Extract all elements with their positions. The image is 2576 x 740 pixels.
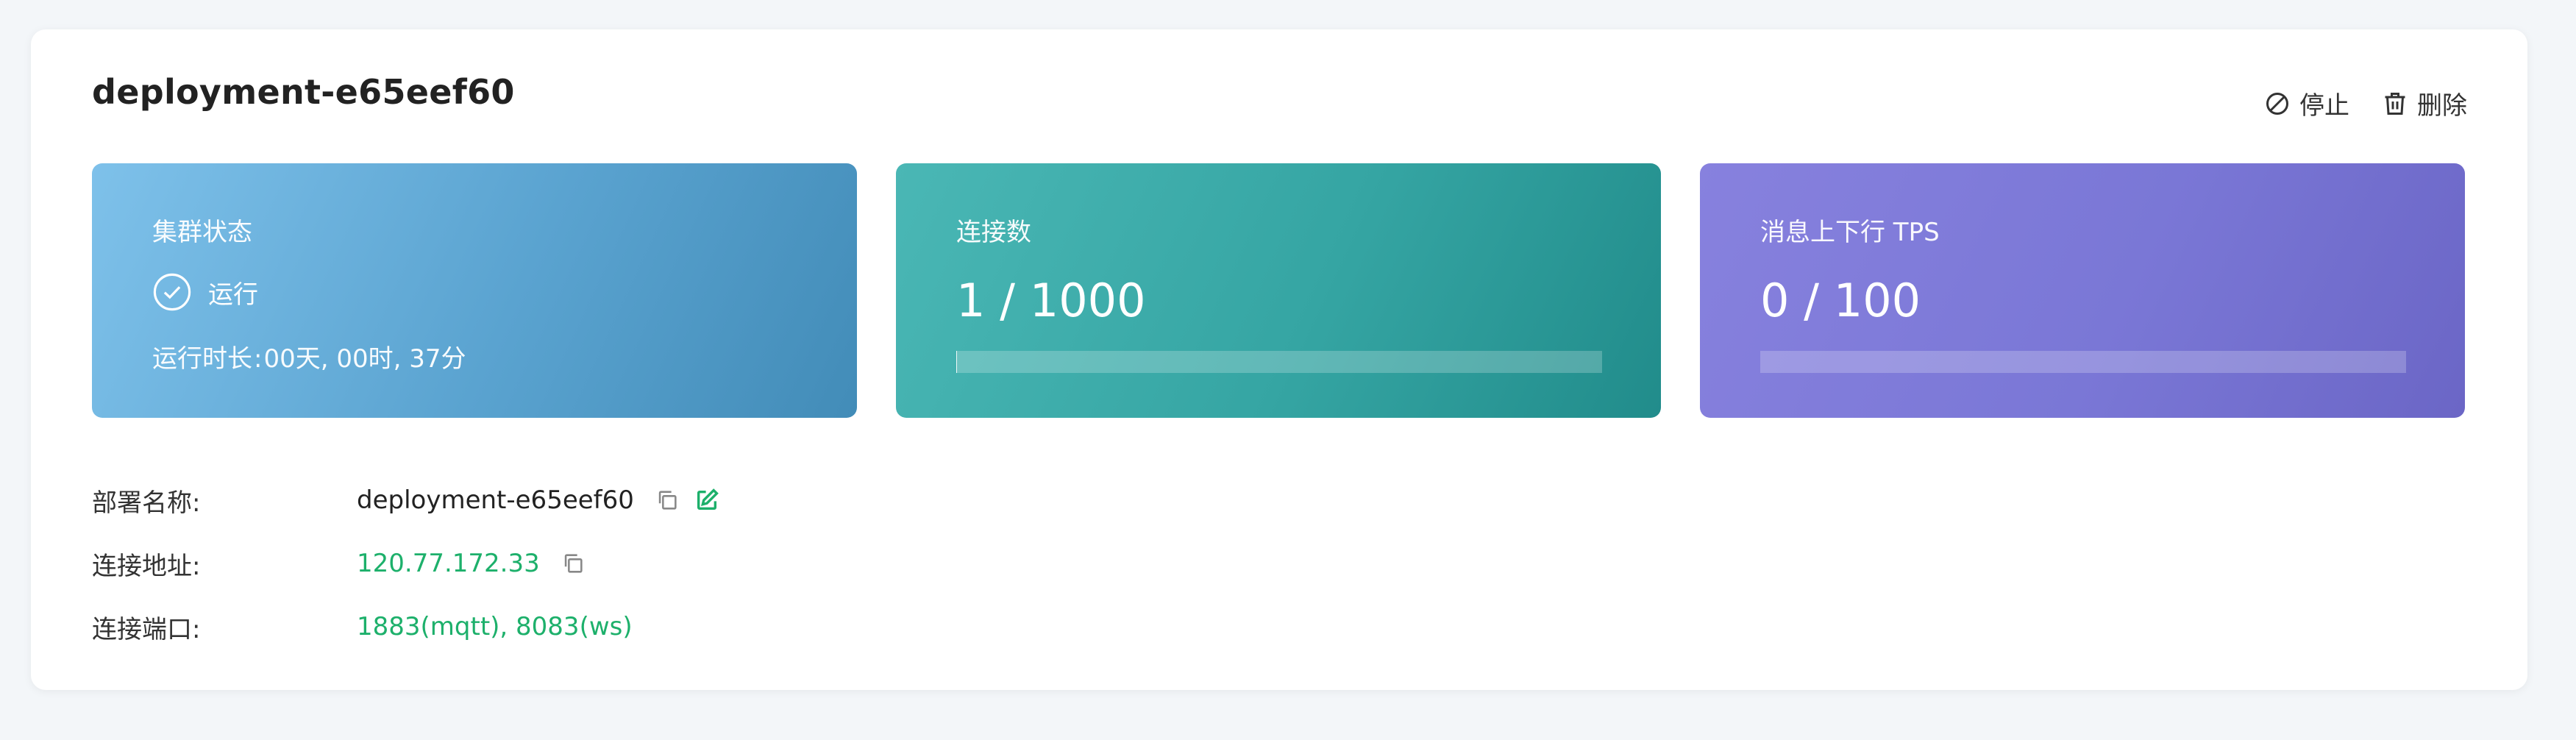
status-text: 运行 <box>208 280 258 310</box>
port-value: 1883(mqtt), 8083(ws) <box>357 612 633 641</box>
name-label: 部署名称: <box>92 488 201 518</box>
uptime-label: 运行时长 <box>152 344 252 374</box>
copy-icon <box>658 491 677 510</box>
connections-card: 连接数 1 / 1000 <box>896 163 1661 418</box>
stop-label: 停止 <box>2299 91 2349 121</box>
address-label: 连接地址: <box>92 551 201 581</box>
ban-icon <box>2266 92 2288 115</box>
tps-label: 消息上下行 TPS <box>1760 218 1940 247</box>
edit-icon <box>697 488 719 510</box>
deployment-details: 部署名称: deployment-e65eef60 连接地址: 120.77.1… <box>92 484 719 674</box>
copy-address-button[interactable] <box>561 551 586 576</box>
copy-icon <box>564 554 583 573</box>
uptime: 运行时长:00天, 00时, 37分 <box>152 344 466 374</box>
status-row: 运行 <box>152 272 258 312</box>
detail-row-address: 连接地址: 120.77.172.33 <box>92 547 719 581</box>
cluster-status-card: 集群状态 运行 运行时长:00天, 00时, 37分 <box>92 163 857 418</box>
stop-button[interactable]: 停止 <box>2264 85 2349 121</box>
connections-value: 1 / 1000 <box>956 274 1146 327</box>
check-circle-icon <box>153 273 191 311</box>
connections-label: 连接数 <box>956 218 1031 247</box>
detail-row-name: 部署名称: deployment-e65eef60 <box>92 484 719 518</box>
name-value: deployment-e65eef60 <box>357 485 634 515</box>
edit-name-button[interactable] <box>694 488 719 513</box>
delete-label: 删除 <box>2417 91 2467 121</box>
page-title: deployment-e65eef60 <box>92 72 515 112</box>
copy-name-button[interactable] <box>655 488 680 513</box>
trash-icon <box>2385 92 2405 115</box>
tps-value: 0 / 100 <box>1760 274 1921 327</box>
tps-progress-bar <box>1760 351 2406 373</box>
deployment-card: deployment-e65eef60 停止 删除 集群状态 运行 运行时长:0… <box>31 29 2527 690</box>
connections-progress-fill <box>956 351 957 373</box>
detail-row-port: 连接端口: 1883(mqtt), 8083(ws) <box>92 611 719 644</box>
cluster-status-label: 集群状态 <box>152 218 252 247</box>
port-label: 连接端口: <box>92 614 201 644</box>
uptime-value: 00天, 00时, 37分 <box>263 344 466 374</box>
header-actions: 停止 删除 <box>2264 85 2467 121</box>
tps-card: 消息上下行 TPS 0 / 100 <box>1700 163 2465 418</box>
delete-button[interactable]: 删除 <box>2382 85 2467 121</box>
address-value: 120.77.172.33 <box>357 549 540 578</box>
connections-progress-bar <box>956 351 1602 373</box>
